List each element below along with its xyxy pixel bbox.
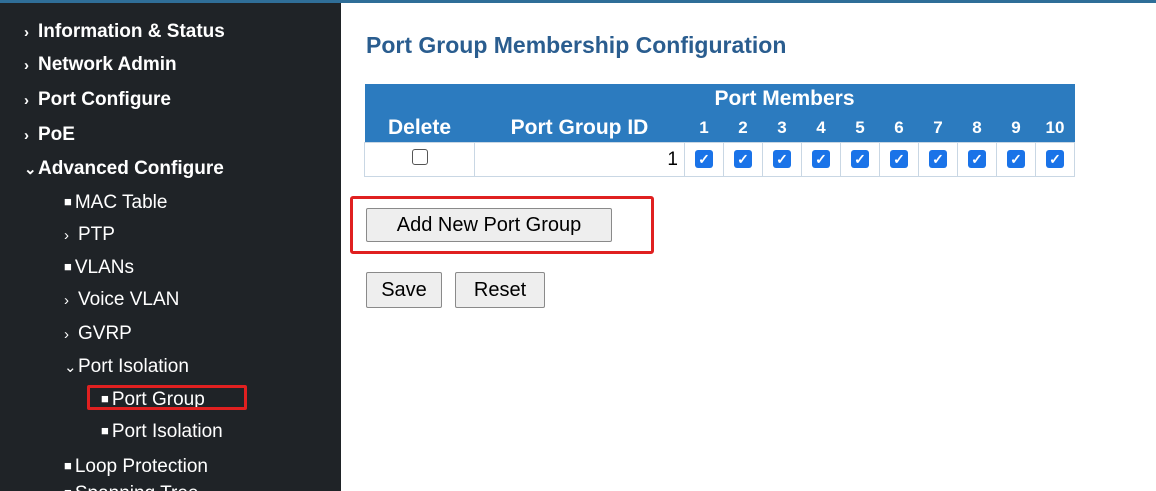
port-member-checkbox-8[interactable]: ✓ bbox=[968, 150, 986, 168]
sidebar-item-spanning-tree[interactable]: ■Spanning Tree bbox=[64, 483, 198, 491]
chevron-right-icon: › bbox=[24, 57, 29, 74]
port-group-id-cell: 1 bbox=[474, 142, 685, 177]
port-member-checkbox-3[interactable]: ✓ bbox=[773, 150, 791, 168]
port-header: 9 bbox=[996, 113, 1036, 143]
port-member-checkbox-6[interactable]: ✓ bbox=[890, 150, 908, 168]
sidebar-item-voice-vlan[interactable]: › Voice VLAN bbox=[64, 289, 179, 311]
chevron-right-icon: › bbox=[24, 92, 29, 109]
port-member-checkbox-7[interactable]: ✓ bbox=[929, 150, 947, 168]
port-header: 10 bbox=[1035, 113, 1075, 143]
sidebar-item-ptp[interactable]: › PTP bbox=[64, 224, 115, 246]
chevron-right-icon: › bbox=[24, 127, 29, 144]
port-header: 8 bbox=[957, 113, 997, 143]
bullet-icon: ■ bbox=[64, 458, 72, 473]
port-group-id-header: Port Group ID bbox=[474, 113, 685, 143]
sidebar-item-vlans[interactable]: ■ VLANs bbox=[64, 257, 134, 279]
sidebar-item-mac-table[interactable]: ■ MAC Table bbox=[64, 192, 167, 214]
chevron-down-icon: ⌄ bbox=[64, 359, 77, 376]
port-group-table: Port Members Delete Port Group ID 1 2 3 … bbox=[364, 84, 1075, 177]
port-header: 6 bbox=[879, 113, 919, 143]
delete-header: Delete bbox=[364, 113, 475, 143]
port-header: 3 bbox=[762, 113, 802, 143]
bullet-icon: ■ bbox=[64, 485, 72, 491]
chevron-right-icon: › bbox=[64, 227, 69, 244]
save-button[interactable]: Save bbox=[366, 272, 442, 308]
chevron-right-icon: › bbox=[64, 292, 69, 309]
port-header: 1 bbox=[684, 113, 724, 143]
port-member-checkbox-4[interactable]: ✓ bbox=[812, 150, 830, 168]
chevron-down-icon: ⌄ bbox=[24, 161, 37, 178]
chevron-right-icon: › bbox=[24, 24, 29, 41]
active-item-highlight bbox=[87, 385, 247, 410]
delete-checkbox[interactable] bbox=[411, 149, 428, 165]
reset-button[interactable]: Reset bbox=[455, 272, 545, 308]
port-header: 2 bbox=[723, 113, 763, 143]
sidebar-item-port-configure[interactable]: › Port Configure bbox=[24, 89, 171, 111]
table-row: 1 ✓ ✓ ✓ ✓ ✓ ✓ ✓ ✓ ✓ ✓ bbox=[364, 142, 1075, 177]
bullet-icon: ■ bbox=[64, 259, 72, 274]
sidebar-item-port-isolation[interactable]: ■ Port Isolation bbox=[101, 421, 223, 443]
port-header: 5 bbox=[840, 113, 880, 143]
sidebar-item-advanced-configure[interactable]: ⌄Advanced Configure bbox=[24, 158, 224, 180]
bullet-icon: ■ bbox=[101, 423, 109, 438]
sidebar: › Information & Status › Network Admin › Po… bbox=[0, 3, 341, 491]
chevron-right-icon: › bbox=[64, 326, 69, 343]
port-members-header: Port Members bbox=[364, 84, 1075, 113]
page-title: Port Group Membership Configuration bbox=[366, 32, 787, 58]
port-header: 4 bbox=[801, 113, 841, 143]
port-member-checkbox-5[interactable]: ✓ bbox=[851, 150, 869, 168]
sidebar-item-port-isolation-group[interactable]: ⌄Port Isolation bbox=[64, 356, 189, 378]
port-member-checkbox-1[interactable]: ✓ bbox=[695, 150, 713, 168]
sidebar-item-loop-protection[interactable]: ■ Loop Protection bbox=[64, 456, 208, 478]
port-member-checkbox-10[interactable]: ✓ bbox=[1046, 150, 1064, 168]
add-new-port-group-button[interactable]: Add New Port Group bbox=[366, 208, 612, 242]
port-header: 7 bbox=[918, 113, 958, 143]
sidebar-item-network-admin[interactable]: › Network Admin bbox=[24, 54, 177, 76]
sidebar-item-poe[interactable]: › PoE bbox=[24, 124, 75, 146]
delete-cell bbox=[364, 142, 475, 177]
bullet-icon: ■ bbox=[64, 194, 72, 209]
port-member-checkbox-9[interactable]: ✓ bbox=[1007, 150, 1025, 168]
sidebar-item-gvrp[interactable]: › GVRP bbox=[64, 323, 132, 345]
port-member-checkbox-2[interactable]: ✓ bbox=[734, 150, 752, 168]
sidebar-item-information-status[interactable]: › Information & Status bbox=[24, 21, 225, 43]
